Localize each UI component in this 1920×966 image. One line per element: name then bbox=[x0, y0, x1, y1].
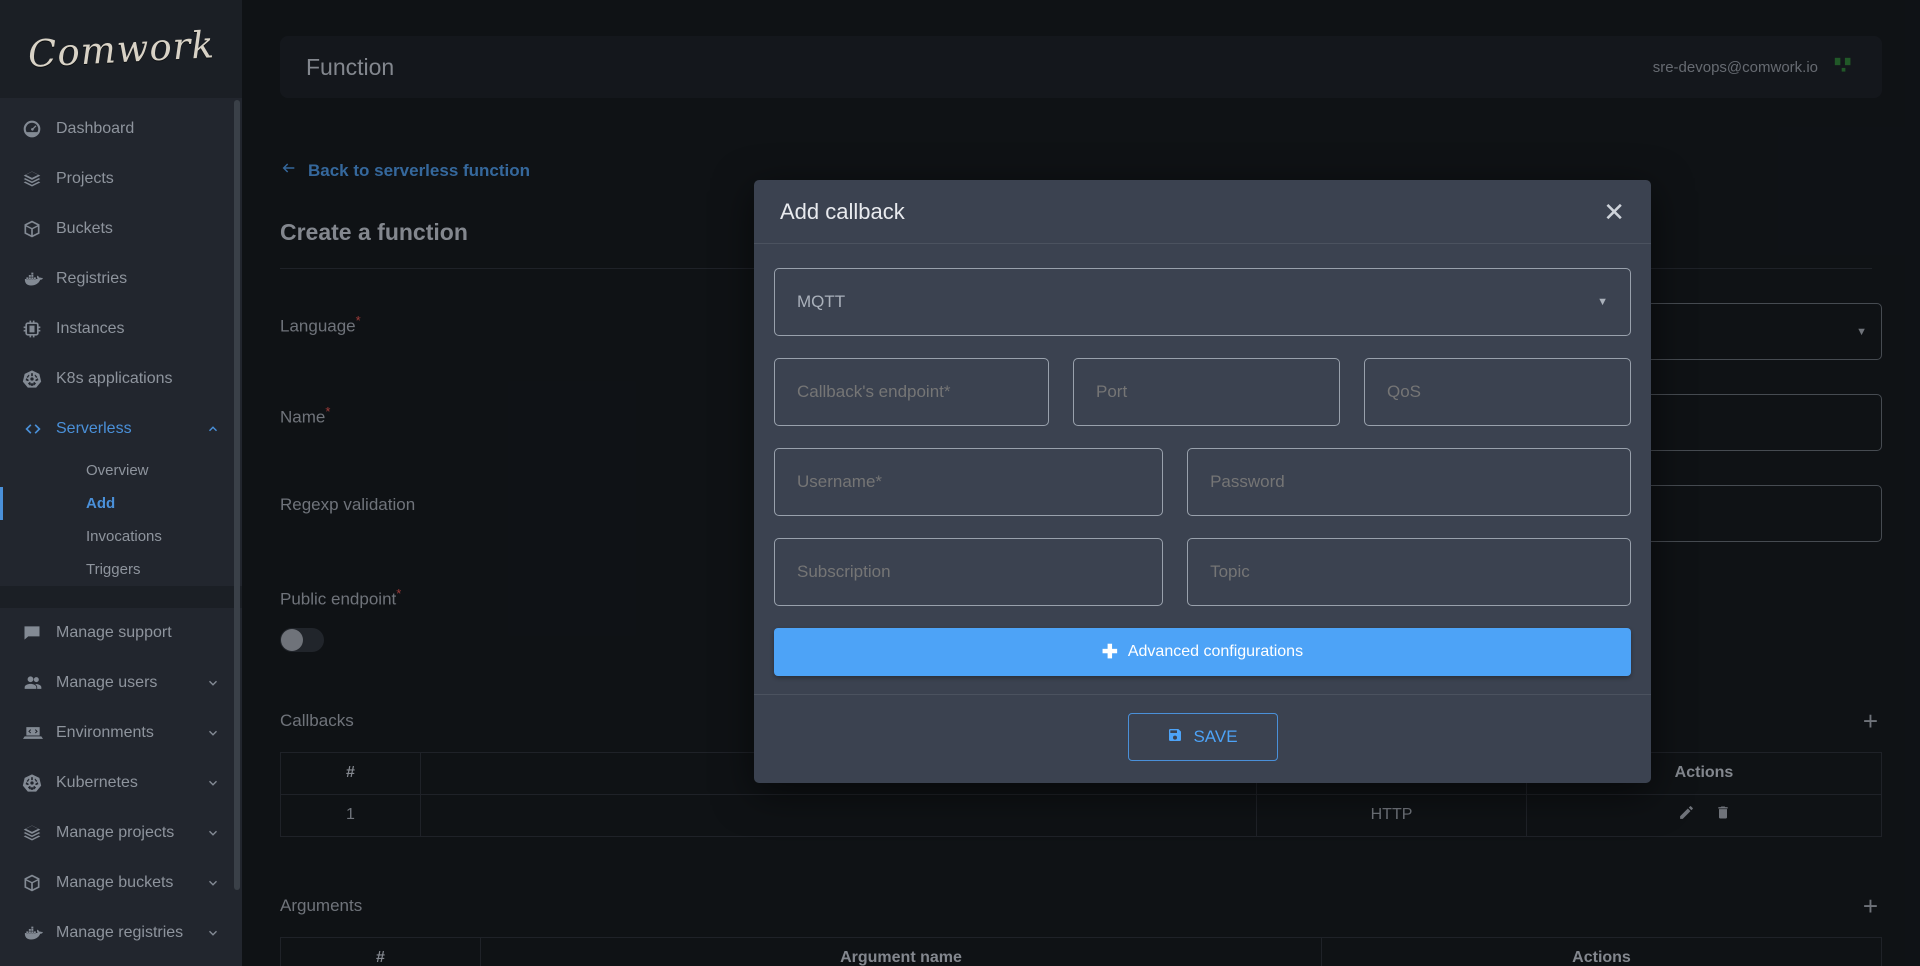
port-input[interactable] bbox=[1073, 358, 1340, 426]
sidebar-serverless-subnav: Overview Add Invocations Triggers bbox=[0, 454, 242, 586]
users-icon bbox=[22, 673, 56, 693]
logo-text: Comwork bbox=[26, 22, 216, 76]
sidebar-subitem-overview[interactable]: Overview bbox=[0, 454, 242, 487]
add-callback-modal: Add callback ✕ MQTT ▼ Callback's endpoin… bbox=[754, 180, 1651, 783]
chat-icon bbox=[22, 623, 56, 643]
main-content: Function sre-devops@comwork.io Back to s… bbox=[242, 0, 1920, 966]
chevron-down-icon bbox=[206, 876, 222, 890]
sidebar-divider bbox=[0, 586, 242, 608]
sidebar-item-buckets[interactable]: Buckets bbox=[0, 204, 242, 254]
sidebar-scrollbar[interactable] bbox=[234, 100, 240, 890]
sidebar-subitem-triggers[interactable]: Triggers bbox=[0, 553, 242, 586]
sidebar-primary-nav: Dashboard Projects Buckets Registries In… bbox=[0, 98, 242, 958]
sidebar-subitem-add[interactable]: Add bbox=[0, 487, 242, 520]
close-icon[interactable]: ✕ bbox=[1603, 199, 1625, 225]
modal-footer: SAVE bbox=[754, 694, 1651, 783]
subscription-input[interactable] bbox=[774, 538, 1164, 606]
brand-logo[interactable]: Comwork bbox=[0, 0, 242, 98]
sidebar-item-label: K8s applications bbox=[56, 370, 173, 387]
docker-icon bbox=[22, 269, 56, 289]
callback-type-value: MQTT bbox=[797, 292, 846, 311]
callback-type-select[interactable]: MQTT ▼ bbox=[774, 268, 1631, 336]
save-button-label: SAVE bbox=[1193, 727, 1238, 746]
chevron-down-icon bbox=[206, 776, 222, 790]
sidebar-subitem-invocations[interactable]: Invocations bbox=[0, 520, 242, 553]
sidebar-subitem-label: Overview bbox=[86, 462, 149, 479]
modal-title: Add callback bbox=[780, 198, 905, 224]
sidebar-item-environments[interactable]: Environments bbox=[0, 708, 242, 758]
sidebar-item-label: Manage buckets bbox=[56, 874, 174, 891]
chevron-down-icon bbox=[206, 826, 222, 840]
sidebar-item-manage-projects[interactable]: Manage projects bbox=[0, 808, 242, 858]
chevron-up-icon bbox=[206, 422, 222, 436]
box-icon bbox=[22, 873, 56, 893]
sidebar-item-label: Projects bbox=[56, 170, 114, 187]
gauge-icon bbox=[22, 119, 56, 139]
sidebar-subitem-label: Invocations bbox=[86, 528, 162, 545]
app-root: Comwork Dashboard Projects Buckets Regis… bbox=[0, 0, 1920, 966]
sidebar-item-manage-buckets[interactable]: Manage buckets bbox=[0, 858, 242, 908]
advanced-configurations-button[interactable]: ✚ Advanced configurations bbox=[774, 628, 1631, 676]
sidebar: Comwork Dashboard Projects Buckets Regis… bbox=[0, 0, 242, 966]
layers-icon bbox=[22, 823, 56, 843]
sidebar-item-label: Registries bbox=[56, 270, 128, 287]
sidebar-item-manage-users[interactable]: Manage users bbox=[0, 658, 242, 708]
sidebar-item-label: Instances bbox=[56, 320, 125, 337]
sidebar-item-label: Environments bbox=[56, 724, 154, 741]
sidebar-item-label: Dashboard bbox=[56, 120, 135, 137]
modal-header: Add callback ✕ bbox=[754, 180, 1651, 244]
kubernetes-icon bbox=[22, 369, 56, 389]
qos-input[interactable] bbox=[1364, 358, 1631, 426]
modal-body: MQTT ▼ ✚ Advanced bbox=[754, 244, 1651, 694]
sidebar-item-label: Serverless bbox=[56, 420, 132, 437]
modal-row-credentials bbox=[774, 448, 1631, 516]
sidebar-item-projects[interactable]: Projects bbox=[0, 154, 242, 204]
sidebar-item-kubernetes[interactable]: Kubernetes bbox=[0, 758, 242, 808]
code-icon bbox=[22, 419, 56, 439]
password-input[interactable] bbox=[1187, 448, 1631, 516]
cpu-icon bbox=[22, 319, 56, 339]
sidebar-item-k8s-applications[interactable]: K8s applications bbox=[0, 354, 242, 404]
chevron-down-icon bbox=[206, 676, 222, 690]
sidebar-item-label: Manage users bbox=[56, 674, 158, 691]
sidebar-item-label: Manage projects bbox=[56, 824, 175, 841]
laptop-code-icon bbox=[22, 723, 56, 743]
box-icon bbox=[22, 219, 56, 239]
modal-row-topic bbox=[774, 538, 1631, 606]
sidebar-item-label: Manage support bbox=[56, 624, 172, 641]
sidebar-subitem-label: Add bbox=[86, 495, 116, 512]
sidebar-item-label: Buckets bbox=[56, 220, 113, 237]
docker-icon bbox=[22, 923, 56, 943]
sidebar-item-label: Manage registries bbox=[56, 924, 184, 941]
plus-icon: ✚ bbox=[1101, 641, 1118, 663]
sidebar-subitem-label: Triggers bbox=[86, 561, 141, 578]
callback-endpoint-input[interactable] bbox=[774, 358, 1049, 426]
topic-input[interactable] bbox=[1187, 538, 1631, 606]
chevron-down-icon bbox=[206, 726, 222, 740]
sidebar-item-serverless[interactable]: Serverless bbox=[0, 404, 242, 454]
save-button[interactable]: SAVE bbox=[1127, 713, 1278, 761]
username-input[interactable] bbox=[774, 448, 1164, 516]
sidebar-item-label: Kubernetes bbox=[56, 774, 138, 791]
layers-icon bbox=[22, 169, 56, 189]
chevron-down-icon bbox=[206, 926, 222, 940]
advanced-configurations-label: Advanced configurations bbox=[1127, 643, 1304, 660]
sidebar-item-dashboard[interactable]: Dashboard bbox=[0, 104, 242, 154]
save-icon bbox=[1167, 727, 1183, 748]
sidebar-item-registries[interactable]: Registries bbox=[0, 254, 242, 304]
chevron-down-icon: ▼ bbox=[1597, 296, 1608, 308]
kubernetes-icon bbox=[22, 773, 56, 793]
modal-row-endpoint bbox=[774, 358, 1631, 426]
sidebar-item-instances[interactable]: Instances bbox=[0, 304, 242, 354]
sidebar-item-manage-support[interactable]: Manage support bbox=[0, 608, 242, 658]
sidebar-item-manage-registries[interactable]: Manage registries bbox=[0, 908, 242, 958]
